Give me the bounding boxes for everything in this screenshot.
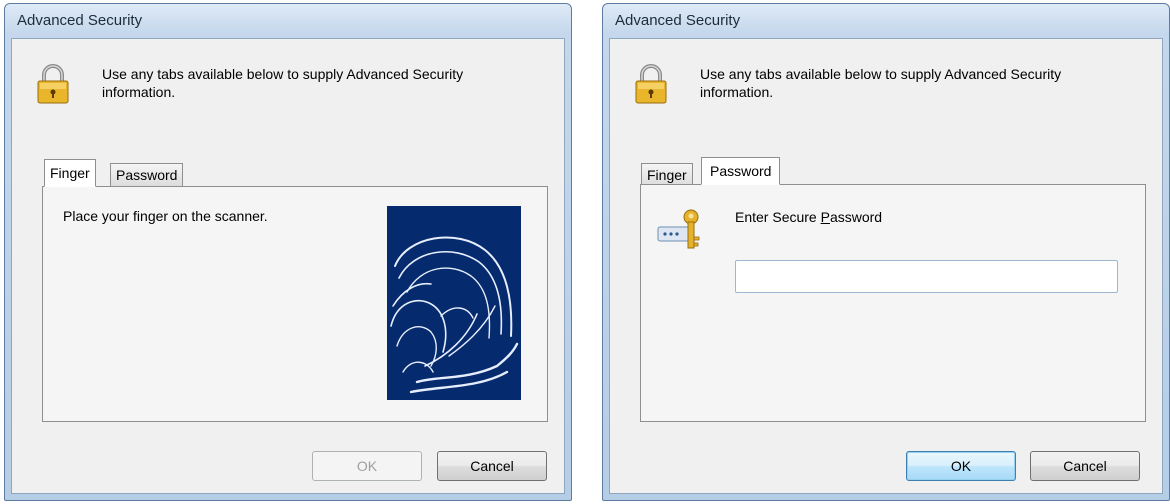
dialog-client-area: Use any tabs available below to supply A… <box>11 38 565 494</box>
title-bar[interactable]: Advanced Security <box>603 4 1169 38</box>
header-instruction: Use any tabs available below to supply A… <box>102 66 464 100</box>
key-icon <box>657 209 700 249</box>
security-dialog-password: Advanced Security Use any tabs available… <box>602 3 1170 501</box>
header-instruction: Use any tabs available below to supply A… <box>700 66 1062 100</box>
password-input[interactable] <box>735 260 1118 293</box>
cancel-button[interactable]: Cancel <box>1030 451 1140 481</box>
finger-tab-panel: Place your finger on the scanner. <box>42 186 548 422</box>
cancel-button[interactable]: Cancel <box>437 451 547 481</box>
tab-password[interactable]: Password <box>701 157 781 185</box>
security-dialog-finger: Advanced Security Use any tabs available… <box>4 3 572 501</box>
finger-prompt: Place your finger on the scanner. <box>63 208 268 224</box>
tab-finger[interactable]: Finger <box>44 159 96 187</box>
lock-icon <box>37 64 69 104</box>
dialog-client-area: Use any tabs available below to supply A… <box>609 38 1163 494</box>
password-tab-panel: Enter Secure Password <box>640 184 1146 422</box>
password-label: Enter Secure Password <box>735 209 883 225</box>
lock-icon <box>635 64 667 104</box>
fingerprint-image <box>387 206 521 400</box>
ok-button[interactable]: OK <box>312 451 422 481</box>
tab-password[interactable]: Password <box>110 163 184 187</box>
ok-button[interactable]: OK <box>906 451 1016 481</box>
dialog-title: Advanced Security <box>615 12 741 29</box>
dialog-title: Advanced Security <box>17 12 143 29</box>
title-bar[interactable]: Advanced Security <box>5 4 571 38</box>
